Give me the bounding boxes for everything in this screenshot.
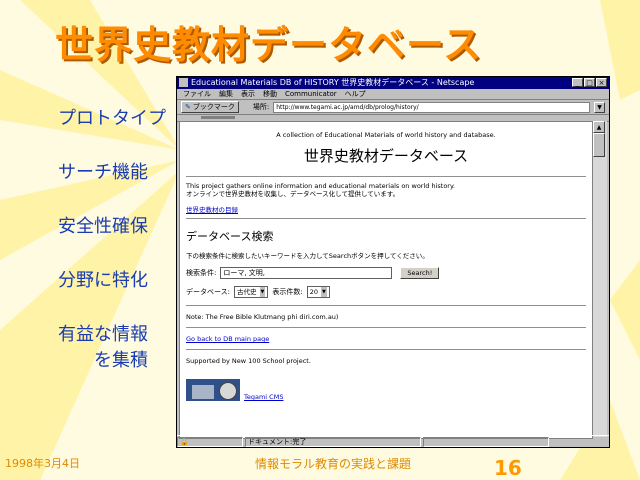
page-number: 16 bbox=[494, 456, 522, 480]
chevron-down-icon: ▼ bbox=[321, 287, 327, 297]
toolbar-stub bbox=[201, 116, 235, 119]
banner: Tegami CMS bbox=[186, 379, 586, 401]
bullet-prototype: プロトタイプ bbox=[58, 104, 178, 130]
count-value: 20 bbox=[309, 288, 319, 296]
back-link[interactable]: Go back to DB main page bbox=[186, 335, 269, 343]
bookmarks-button[interactable]: ✎ ブックマーク bbox=[181, 101, 239, 113]
vertical-scrollbar[interactable]: ▲ bbox=[593, 121, 607, 437]
bullet-search: サーチ機能 bbox=[58, 158, 178, 184]
building-image bbox=[192, 385, 214, 399]
security-icon[interactable]: 🔒 bbox=[177, 436, 243, 447]
page-heading: 世界史教材データベース bbox=[303, 147, 469, 165]
divider bbox=[186, 218, 586, 220]
count-select[interactable]: 20 ▼ bbox=[306, 286, 330, 298]
divider bbox=[186, 327, 586, 329]
minimize-button[interactable]: _ bbox=[572, 78, 583, 87]
menu-communicator[interactable]: Communicator bbox=[285, 89, 337, 99]
bullet-text: サーチ機能 bbox=[58, 162, 148, 183]
search-row: 検索条件: ローマ, 文明, Search! bbox=[186, 267, 586, 279]
location-label: 場所: bbox=[252, 103, 270, 111]
supported-text: Supported by New 100 School project. bbox=[186, 357, 311, 365]
bullet-text: 有益な情報 bbox=[58, 324, 148, 345]
url-dropdown-icon[interactable]: ▼ bbox=[594, 101, 605, 113]
location-toolbar: ✎ ブックマーク 場所: http://www.tegami.ac.jp/amd/… bbox=[177, 100, 609, 115]
database-label: データベース: bbox=[186, 288, 231, 296]
database-value: 古代史 bbox=[237, 288, 257, 296]
description-en: This project gathers online information … bbox=[186, 182, 455, 190]
netscape-icon bbox=[179, 78, 188, 87]
catalog-link[interactable]: 世界史教材の目録 bbox=[186, 206, 238, 214]
maximize-button[interactable]: □ bbox=[584, 78, 595, 87]
count-label: 表示件数: bbox=[272, 288, 303, 296]
divider bbox=[186, 349, 586, 351]
bookmark-icon: ✎ bbox=[185, 103, 191, 111]
menu-bar: ファイル 編集 表示 移動 Communicator ヘルプ bbox=[177, 89, 609, 100]
note-text: Note: The Free Bible Klutmang phi diri.c… bbox=[186, 313, 339, 321]
browser-window: Educational Materials DB of HISTORY 世界史教… bbox=[176, 76, 610, 448]
school-banner-image[interactable] bbox=[186, 379, 240, 401]
database-select[interactable]: 古代史 ▼ bbox=[234, 286, 269, 298]
search-label: 検索条件: bbox=[186, 269, 217, 277]
search-heading: データベース検索 bbox=[186, 230, 274, 243]
bullet-specialized: 分野に特化 bbox=[58, 266, 178, 292]
menu-go[interactable]: 移動 bbox=[263, 89, 277, 99]
bullet-text: プロトタイプ bbox=[58, 108, 166, 129]
footer-course: 情報モラル教育の実践と課題 bbox=[255, 457, 412, 471]
options-row: データベース: 古代史 ▼ 表示件数: 20 ▼ bbox=[186, 286, 586, 298]
scroll-thumb[interactable] bbox=[593, 133, 605, 157]
bullet-text-line2: を集積 bbox=[94, 350, 148, 371]
bookmarks-label: ブックマーク bbox=[192, 103, 235, 111]
menu-help[interactable]: ヘルプ bbox=[345, 89, 366, 99]
search-button[interactable]: Search! bbox=[400, 267, 440, 279]
bullet-useful-info: 有益な情報を集積 bbox=[58, 320, 178, 372]
menu-edit[interactable]: 編集 bbox=[219, 89, 233, 99]
seal-image bbox=[219, 382, 237, 400]
chevron-down-icon: ▼ bbox=[259, 287, 266, 297]
search-input[interactable]: ローマ, 文明, bbox=[220, 267, 393, 279]
bullet-safety: 安全性確保 bbox=[58, 212, 178, 238]
banner-link[interactable]: Tegami CMS bbox=[244, 393, 283, 401]
status-spacer bbox=[423, 436, 549, 447]
status-bar: 🔒 ドキュメント:完了 bbox=[177, 435, 609, 447]
menu-file[interactable]: ファイル bbox=[183, 89, 211, 99]
search-instructions: 下の検索条件に検索したいキーワードを入力してSearchボタンを押してください。 bbox=[186, 252, 429, 260]
url-input[interactable]: http://www.tegami.ac.jp/amd/db/prolog/hi… bbox=[273, 101, 590, 113]
footer-date: 1998年3月4日 bbox=[5, 457, 80, 470]
description-jp: オンラインで世界史教材を収集し、データベース化して提供しています。 bbox=[186, 190, 400, 198]
scroll-up-icon[interactable]: ▲ bbox=[593, 121, 605, 133]
bullet-text: 分野に特化 bbox=[58, 270, 148, 291]
status-text: ドキュメント:完了 bbox=[245, 436, 421, 447]
divider bbox=[186, 305, 586, 307]
bullet-list: プロトタイプ サーチ機能 安全性確保 分野に特化 有益な情報を集積 bbox=[58, 104, 178, 400]
divider bbox=[186, 176, 586, 178]
page-viewport[interactable]: A collection of Educational Materials of… bbox=[179, 121, 593, 439]
window-title: Educational Materials DB of HISTORY 世界史教… bbox=[191, 78, 475, 87]
slide-title: 世界史教材データベース bbox=[55, 23, 483, 67]
close-button[interactable]: × bbox=[596, 78, 607, 87]
bullet-text: 安全性確保 bbox=[58, 216, 148, 237]
window-titlebar[interactable]: Educational Materials DB of HISTORY 世界史教… bbox=[177, 77, 609, 89]
page-subtitle: A collection of Educational Materials of… bbox=[276, 131, 496, 139]
menu-view[interactable]: 表示 bbox=[241, 89, 255, 99]
